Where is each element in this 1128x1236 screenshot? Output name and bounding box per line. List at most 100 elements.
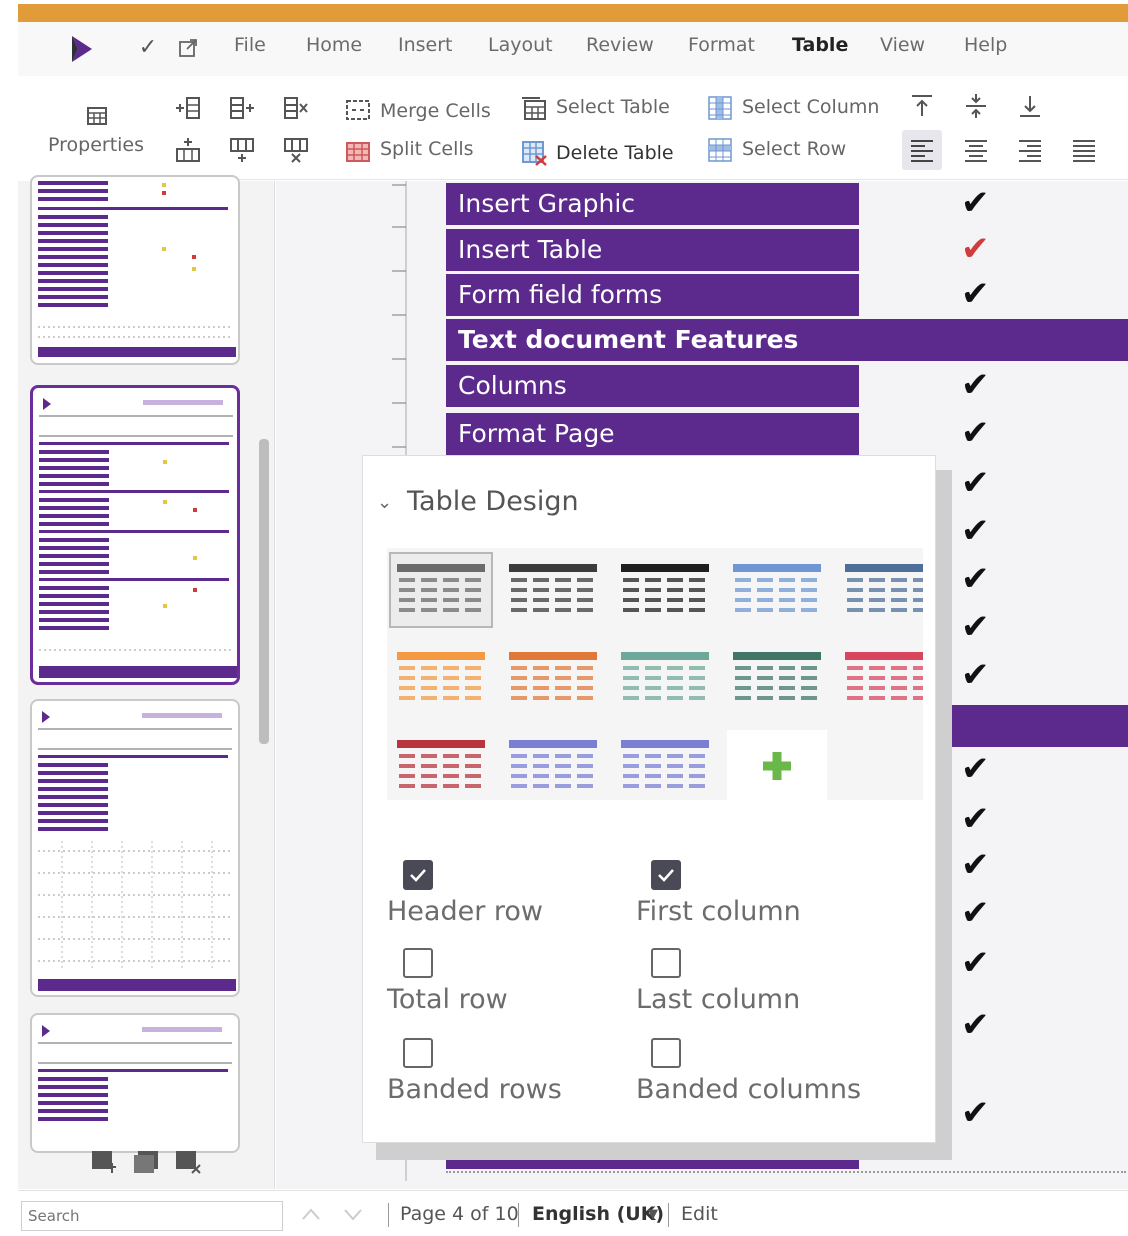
insert-row-above-icon[interactable] (174, 136, 202, 164)
search-previous-icon[interactable] (300, 1205, 322, 1223)
search-input[interactable] (21, 1201, 283, 1231)
page-thumbnail-3[interactable] (30, 175, 240, 365)
table-style-swatch[interactable] (503, 642, 603, 714)
checkmark-icon[interactable]: ✓ (136, 36, 160, 60)
duplicate-page-icon[interactable] (132, 1149, 160, 1175)
insert-column-after-icon[interactable] (228, 94, 256, 122)
sidebar-scrollbar-thumb[interactable] (259, 439, 269, 744)
align-center-icon[interactable] (962, 136, 990, 164)
banded-columns-checkbox[interactable] (651, 1038, 681, 1068)
language-selector[interactable]: English (UK) (532, 1203, 664, 1225)
status-separator (668, 1203, 669, 1227)
align-bottom-icon[interactable] (1016, 92, 1044, 120)
menu-layout[interactable]: Layout (488, 34, 553, 56)
plus-icon (763, 752, 791, 780)
new-table-style-button[interactable] (727, 730, 827, 800)
language-dropdown-icon[interactable]: ▼ (648, 1207, 658, 1222)
open-external-icon[interactable] (178, 38, 198, 58)
page-thumbnail-6[interactable] (30, 1013, 240, 1153)
insert-column-before-icon[interactable] (174, 94, 202, 122)
table-design-panel: ⌄ Table Design Header row First column T… (362, 455, 936, 1143)
chevron-down-icon[interactable]: ⌄ (377, 492, 392, 513)
menu-view[interactable]: View (880, 34, 925, 56)
table-row-label[interactable]: Insert Table (446, 229, 859, 271)
delete-row-icon[interactable] (282, 136, 310, 164)
select-row-icon[interactable] (706, 136, 734, 164)
menu-format[interactable]: Format (688, 34, 755, 56)
align-top-icon[interactable] (908, 92, 936, 120)
table-style-swatch[interactable] (503, 730, 603, 800)
menu-table[interactable]: Table (792, 34, 848, 56)
table-row-label[interactable]: Format Page (446, 413, 859, 455)
table-row-label[interactable]: Columns (446, 365, 859, 407)
page-thumbnail-6-preview (38, 1025, 232, 1121)
check-mark: ✔ (961, 655, 990, 695)
banded-rows-label[interactable]: Banded rows (387, 1074, 562, 1105)
align-left-icon[interactable] (908, 136, 936, 164)
menu-review[interactable]: Review (586, 34, 654, 56)
table-style-swatch[interactable] (615, 730, 715, 800)
split-cells-icon[interactable] (344, 138, 372, 166)
align-middle-icon[interactable] (962, 92, 990, 120)
page-thumbnail-4[interactable] (30, 385, 240, 685)
first-column-checkbox[interactable] (651, 860, 681, 890)
table-style-swatch[interactable] (503, 554, 603, 626)
last-column-label[interactable]: Last column (636, 984, 800, 1015)
total-row-checkbox[interactable] (403, 948, 433, 978)
header-row-checkbox[interactable] (403, 860, 433, 890)
select-column-icon[interactable] (706, 94, 734, 122)
delete-table-icon[interactable] (520, 138, 548, 166)
select-table-icon[interactable] (520, 94, 548, 122)
justify-icon[interactable] (1070, 136, 1098, 164)
split-cells-button[interactable]: Split Cells (380, 138, 474, 160)
page-thumbnail-4-preview (39, 398, 237, 678)
table-style-swatch[interactable] (391, 642, 491, 714)
table-style-swatch[interactable] (615, 642, 715, 714)
search-next-icon[interactable] (342, 1205, 364, 1223)
align-right-icon[interactable] (1016, 136, 1044, 164)
page-thumbnail-5[interactable] (30, 699, 240, 997)
new-page-icon[interactable] (90, 1149, 118, 1175)
table-style-swatch[interactable] (839, 642, 923, 714)
menu-home[interactable]: Home (306, 34, 362, 56)
checkmark-icon (410, 869, 426, 882)
table-style-swatch[interactable] (727, 642, 827, 714)
check-mark: ✔ (961, 183, 990, 223)
banded-rows-checkbox[interactable] (403, 1038, 433, 1068)
banded-columns-label[interactable]: Banded columns (636, 1074, 861, 1105)
select-row-button[interactable]: Select Row (742, 138, 846, 160)
panel-title[interactable]: Table Design (407, 486, 579, 517)
delete-table-button[interactable]: Delete Table (556, 142, 674, 164)
insert-row-below-icon[interactable] (228, 136, 256, 164)
page-thumbnails-sidebar (18, 175, 275, 1189)
properties-label[interactable]: Properties (48, 134, 144, 156)
table-style-swatch[interactable] (391, 730, 491, 800)
table-style-swatch[interactable] (615, 554, 715, 626)
merge-cells-icon[interactable] (344, 96, 372, 124)
last-column-checkbox[interactable] (651, 948, 681, 978)
check-mark: ✔ (961, 274, 990, 314)
header-row-label[interactable]: Header row (387, 896, 543, 927)
first-column-label[interactable]: First column (636, 896, 801, 927)
table-style-swatch[interactable] (389, 552, 493, 628)
check-mark: ✔ (961, 845, 990, 885)
menu-help[interactable]: Help (964, 34, 1007, 56)
check-mark: ✔ (961, 943, 990, 983)
table-row-label[interactable]: Insert Graphic (446, 183, 859, 225)
table-properties-icon[interactable] (84, 102, 112, 130)
page-thumbnail-3-preview (38, 181, 236, 357)
merge-cells-button[interactable]: Merge Cells (380, 100, 491, 122)
total-row-label[interactable]: Total row (387, 984, 508, 1015)
table-style-swatch[interactable] (727, 554, 827, 626)
select-column-button[interactable]: Select Column (742, 96, 879, 118)
table-row-label[interactable]: Form field forms (446, 274, 859, 316)
delete-column-icon[interactable] (282, 94, 310, 122)
menu-insert[interactable]: Insert (398, 34, 453, 56)
select-table-button[interactable]: Select Table (556, 96, 670, 118)
delete-page-icon[interactable] (174, 1149, 202, 1175)
check-mark: ✔ (961, 607, 990, 647)
table-section-header[interactable]: Text document Features (446, 319, 1128, 361)
menu-file[interactable]: File (234, 34, 266, 56)
menu-bar: ✓ File Home Insert Layout Review Format … (18, 22, 1128, 76)
table-style-swatch[interactable] (839, 554, 923, 626)
